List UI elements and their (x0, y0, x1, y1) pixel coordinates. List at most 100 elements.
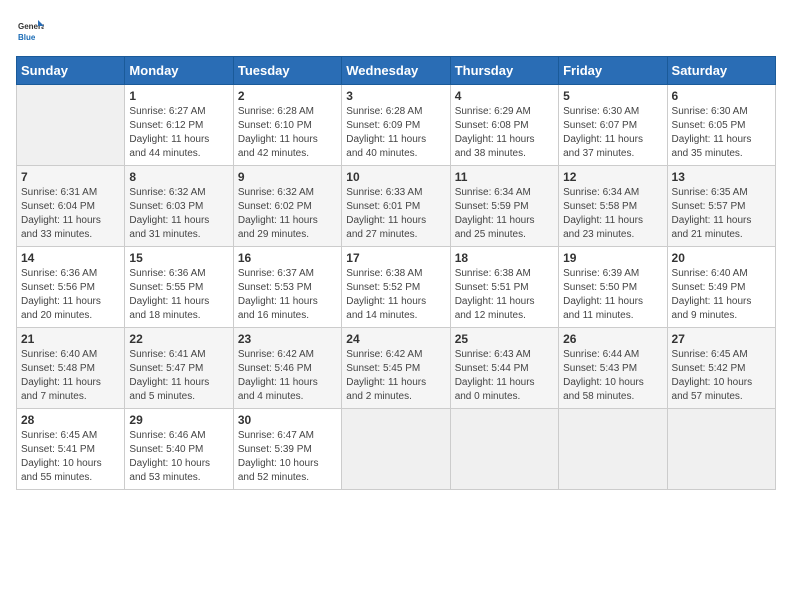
calendar-cell: 6 Sunrise: 6:30 AM Sunset: 6:05 PM Daylig… (667, 85, 775, 166)
day-content: Sunrise: 6:34 AM Sunset: 5:58 PM Dayligh… (563, 186, 662, 242)
day-content: Sunrise: 6:42 AM Sunset: 5:46 PM Dayligh… (238, 348, 337, 404)
day-content: Sunrise: 6:30 AM Sunset: 6:05 PM Dayligh… (672, 105, 771, 161)
calendar-cell: 30 Sunrise: 6:47 AM Sunset: 5:39 PM Dayli… (233, 409, 341, 490)
calendar-cell: 1 Sunrise: 6:27 AM Sunset: 6:12 PM Daylig… (125, 85, 233, 166)
calendar-cell: 5 Sunrise: 6:30 AM Sunset: 6:07 PM Daylig… (559, 85, 667, 166)
calendar-cell: 8Sunrise: 6:32 AM Sunset: 6:03 PM Daylig… (125, 166, 233, 247)
day-number: 25 (455, 332, 554, 346)
calendar-cell: 4 Sunrise: 6:29 AM Sunset: 6:08 PM Daylig… (450, 85, 558, 166)
weekday-header-row: SundayMondayTuesdayWednesdayThursdayFrid… (17, 57, 776, 85)
day-number: 30 (238, 413, 337, 427)
day-content: Sunrise: 6:42 AM Sunset: 5:45 PM Dayligh… (346, 348, 445, 404)
logo-icon: General Blue (16, 16, 44, 44)
day-number: 20 (672, 251, 771, 265)
calendar-cell: 15 Sunrise: 6:36 AM Sunset: 5:55 PM Dayli… (125, 247, 233, 328)
day-number: 9 (238, 170, 337, 184)
calendar-cell: 21 Sunrise: 6:40 AM Sunset: 5:48 PM Dayli… (17, 328, 125, 409)
day-number: 15 (129, 251, 228, 265)
day-number: 1 (129, 89, 228, 103)
calendar-cell: 11 Sunrise: 6:34 AM Sunset: 5:59 PM Dayli… (450, 166, 558, 247)
calendar-cell (17, 85, 125, 166)
day-number: 10 (346, 170, 445, 184)
calendar-cell: 10 Sunrise: 6:33 AM Sunset: 6:01 PM Dayli… (342, 166, 450, 247)
calendar-table: SundayMondayTuesdayWednesdayThursdayFrid… (16, 56, 776, 490)
day-content: Sunrise: 6:31 AM Sunset: 6:04 PM Dayligh… (21, 186, 120, 242)
weekday-header-wednesday: Wednesday (342, 57, 450, 85)
calendar-cell (450, 409, 558, 490)
calendar-cell: 16 Sunrise: 6:37 AM Sunset: 5:53 PM Dayli… (233, 247, 341, 328)
day-number: 7 (21, 170, 120, 184)
day-content: Sunrise: 6:39 AM Sunset: 5:50 PM Dayligh… (563, 267, 662, 323)
calendar-cell: 28 Sunrise: 6:45 AM Sunset: 5:41 PM Dayli… (17, 409, 125, 490)
day-content: Sunrise: 6:44 AM Sunset: 5:43 PM Dayligh… (563, 348, 662, 404)
page-header: General Blue (16, 16, 776, 44)
day-number: 22 (129, 332, 228, 346)
day-content: Sunrise: 6:45 AM Sunset: 5:42 PM Dayligh… (672, 348, 771, 404)
day-content: Sunrise: 6:36 AM Sunset: 5:56 PM Dayligh… (21, 267, 120, 323)
day-content: Sunrise: 6:35 AM Sunset: 5:57 PM Dayligh… (672, 186, 771, 242)
calendar-cell: 2 Sunrise: 6:28 AM Sunset: 6:10 PM Daylig… (233, 85, 341, 166)
week-row-4: 21 Sunrise: 6:40 AM Sunset: 5:48 PM Dayli… (17, 328, 776, 409)
calendar-cell: 20 Sunrise: 6:40 AM Sunset: 5:49 PM Dayli… (667, 247, 775, 328)
day-content: Sunrise: 6:45 AM Sunset: 5:41 PM Dayligh… (21, 429, 120, 485)
day-number: 11 (455, 170, 554, 184)
day-number: 12 (563, 170, 662, 184)
day-number: 17 (346, 251, 445, 265)
day-content: Sunrise: 6:28 AM Sunset: 6:09 PM Dayligh… (346, 105, 445, 161)
calendar-cell: 18Sunrise: 6:38 AM Sunset: 5:51 PM Dayli… (450, 247, 558, 328)
day-number: 23 (238, 332, 337, 346)
calendar-cell: 25Sunrise: 6:43 AM Sunset: 5:44 PM Dayli… (450, 328, 558, 409)
day-number: 4 (455, 89, 554, 103)
calendar-cell: 29 Sunrise: 6:46 AM Sunset: 5:40 PM Dayli… (125, 409, 233, 490)
calendar-cell (559, 409, 667, 490)
calendar-cell (667, 409, 775, 490)
week-row-1: 1 Sunrise: 6:27 AM Sunset: 6:12 PM Daylig… (17, 85, 776, 166)
day-content: Sunrise: 6:34 AM Sunset: 5:59 PM Dayligh… (455, 186, 554, 242)
day-number: 14 (21, 251, 120, 265)
day-content: Sunrise: 6:32 AM Sunset: 6:02 PM Dayligh… (238, 186, 337, 242)
day-number: 5 (563, 89, 662, 103)
weekday-header-sunday: Sunday (17, 57, 125, 85)
weekday-header-tuesday: Tuesday (233, 57, 341, 85)
calendar-cell: 17 Sunrise: 6:38 AM Sunset: 5:52 PM Dayli… (342, 247, 450, 328)
calendar-cell: 27Sunrise: 6:45 AM Sunset: 5:42 PM Dayli… (667, 328, 775, 409)
day-content: Sunrise: 6:33 AM Sunset: 6:01 PM Dayligh… (346, 186, 445, 242)
day-number: 19 (563, 251, 662, 265)
logo: General Blue (16, 16, 48, 44)
day-number: 26 (563, 332, 662, 346)
week-row-5: 28 Sunrise: 6:45 AM Sunset: 5:41 PM Dayli… (17, 409, 776, 490)
day-number: 21 (21, 332, 120, 346)
day-content: Sunrise: 6:30 AM Sunset: 6:07 PM Dayligh… (563, 105, 662, 161)
day-content: Sunrise: 6:46 AM Sunset: 5:40 PM Dayligh… (129, 429, 228, 485)
calendar-cell: 26 Sunrise: 6:44 AM Sunset: 5:43 PM Dayli… (559, 328, 667, 409)
calendar-cell (342, 409, 450, 490)
day-content: Sunrise: 6:40 AM Sunset: 5:48 PM Dayligh… (21, 348, 120, 404)
weekday-header-friday: Friday (559, 57, 667, 85)
day-content: Sunrise: 6:40 AM Sunset: 5:49 PM Dayligh… (672, 267, 771, 323)
day-number: 29 (129, 413, 228, 427)
day-number: 24 (346, 332, 445, 346)
calendar-cell: 14 Sunrise: 6:36 AM Sunset: 5:56 PM Dayli… (17, 247, 125, 328)
week-row-3: 14 Sunrise: 6:36 AM Sunset: 5:56 PM Dayli… (17, 247, 776, 328)
calendar-cell: 3 Sunrise: 6:28 AM Sunset: 6:09 PM Daylig… (342, 85, 450, 166)
day-content: Sunrise: 6:47 AM Sunset: 5:39 PM Dayligh… (238, 429, 337, 485)
day-number: 16 (238, 251, 337, 265)
day-number: 8 (129, 170, 228, 184)
weekday-header-thursday: Thursday (450, 57, 558, 85)
day-content: Sunrise: 6:36 AM Sunset: 5:55 PM Dayligh… (129, 267, 228, 323)
day-number: 18 (455, 251, 554, 265)
day-number: 28 (21, 413, 120, 427)
calendar-cell: 19 Sunrise: 6:39 AM Sunset: 5:50 PM Dayli… (559, 247, 667, 328)
weekday-header-saturday: Saturday (667, 57, 775, 85)
day-content: Sunrise: 6:37 AM Sunset: 5:53 PM Dayligh… (238, 267, 337, 323)
week-row-2: 7 Sunrise: 6:31 AM Sunset: 6:04 PM Daylig… (17, 166, 776, 247)
day-number: 3 (346, 89, 445, 103)
calendar-cell: 12 Sunrise: 6:34 AM Sunset: 5:58 PM Dayli… (559, 166, 667, 247)
calendar-cell: 23 Sunrise: 6:42 AM Sunset: 5:46 PM Dayli… (233, 328, 341, 409)
day-number: 6 (672, 89, 771, 103)
day-content: Sunrise: 6:29 AM Sunset: 6:08 PM Dayligh… (455, 105, 554, 161)
day-content: Sunrise: 6:28 AM Sunset: 6:10 PM Dayligh… (238, 105, 337, 161)
day-content: Sunrise: 6:38 AM Sunset: 5:52 PM Dayligh… (346, 267, 445, 323)
day-content: Sunrise: 6:27 AM Sunset: 6:12 PM Dayligh… (129, 105, 228, 161)
day-number: 2 (238, 89, 337, 103)
